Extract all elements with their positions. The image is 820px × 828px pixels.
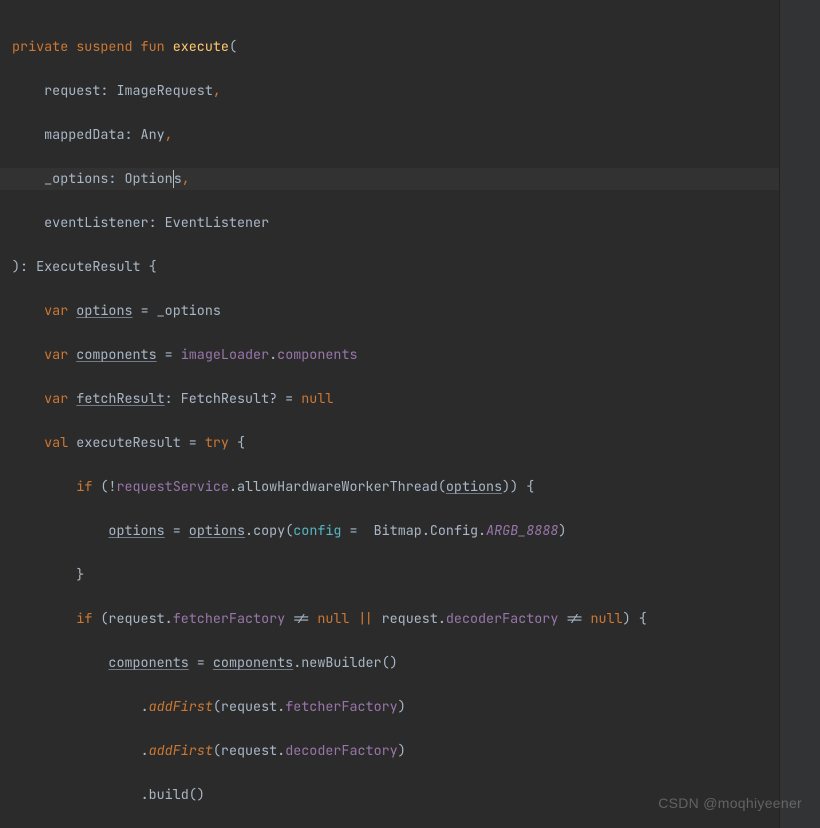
null: null [317,610,357,628]
code-line[interactable]: val executeResult = try { [0,432,780,454]
text: (request. [213,698,285,716]
code-line[interactable]: .addFirst(request.fetcherFactory) [0,696,780,718]
pad [12,698,141,716]
text: ) [558,522,566,540]
punct: , [182,170,190,188]
text: ) [398,742,406,760]
named-arg: config [293,522,341,540]
text: : FetchResult? = [165,390,302,408]
text: ) [398,698,406,716]
keyword: private suspend fun [12,38,173,56]
text: Bitmap.Config. [366,522,487,540]
text: ): ExecuteResult { [12,258,157,276]
pad [12,742,141,760]
text: ( [229,38,237,56]
text: request: ImageRequest [12,82,213,100]
var-ref: options [446,478,502,496]
ext-fn: addFirst [149,698,213,716]
text: s [173,170,182,188]
text: { [237,434,245,452]
keyword: var [12,346,76,364]
pad [12,786,141,804]
null: null [301,390,333,408]
code-line[interactable]: components = components.newBuilder() [0,652,780,674]
code-line[interactable]: private suspend fun execute( [0,36,780,58]
keyword: if [76,478,100,496]
text: != [558,610,590,628]
op: || [358,610,382,628]
keyword: if [76,610,100,628]
pad [12,654,108,672]
code-line[interactable]: var components = imageLoader.components [0,344,780,366]
var-ref: options [189,522,245,540]
text: (! [100,478,116,496]
code-line[interactable]: var fetchResult: FetchResult? = null [0,388,780,410]
text: .build() [141,786,205,804]
prop: fetcherFactory [285,698,397,716]
text: ) { [623,610,647,628]
ext-fn: addFirst [149,742,213,760]
code-line[interactable]: if (request.fetcherFactory != null || re… [0,608,780,630]
text: . [269,346,277,364]
function-name: execute [173,38,229,56]
keyword: var [12,302,76,320]
keyword: var [12,390,76,408]
text: = _options [133,302,221,320]
pad [12,566,76,584]
code-line[interactable]: } [0,564,780,586]
var-ref: components [108,654,188,672]
prop: decoderFactory [446,610,558,628]
code-line[interactable]: var options = _options [0,300,780,322]
var-ref: components [76,346,156,364]
text: = [189,654,213,672]
watermark: CSDN @moqhiyeener [658,792,802,814]
const: ARGB_8888 [486,522,558,540]
punct: , [165,126,173,144]
code-line[interactable]: request: ImageRequest, [0,80,780,102]
text: != [285,610,317,628]
code-line-caret[interactable]: _options: Options, [0,168,780,190]
prop: imageLoader [181,346,269,364]
text: _options: Option [12,170,173,188]
prop: decoderFactory [285,742,397,760]
var-ref: options [108,522,164,540]
keyword: try [205,434,237,452]
prop: fetcherFactory [173,610,285,628]
text: .copy( [245,522,293,540]
null: null [591,610,623,628]
prop: requestService [116,478,228,496]
text: = [341,522,365,540]
pad [12,610,76,628]
var-ref: options [76,302,132,320]
punct: , [213,82,221,100]
text: mappedData: Any [12,126,165,144]
text: (request. [213,742,285,760]
text: } [76,566,84,584]
code-line[interactable]: options = options.copy(config = Bitmap.C… [0,520,780,542]
pad [12,522,108,540]
var-ref: components [213,654,293,672]
code-line[interactable]: ): ExecuteResult { [0,256,780,278]
code-line[interactable]: .addFirst(request.decoderFactory) [0,740,780,762]
text: .newBuilder() [293,654,397,672]
text: = [165,522,189,540]
prop: components [277,346,357,364]
keyword: val [12,434,76,452]
text: . [141,698,149,716]
text: )) { [502,478,534,496]
text: request. [382,610,446,628]
text: . [141,742,149,760]
code-line[interactable]: if (!requestService.allowHardwareWorkerT… [0,476,780,498]
pad [12,478,76,496]
code-line[interactable]: mappedData: Any, [0,124,780,146]
var-ref: fetchResult [76,390,164,408]
code-line[interactable]: eventListener: EventListener [0,212,780,234]
text: (request. [100,610,172,628]
text: eventListener: EventListener [12,214,269,232]
right-rail [779,0,820,828]
text: .allowHardwareWorkerThread( [229,478,446,496]
text: executeResult = [76,434,205,452]
code-editor[interactable]: private suspend fun execute( request: Im… [0,0,780,828]
text: = [157,346,181,364]
